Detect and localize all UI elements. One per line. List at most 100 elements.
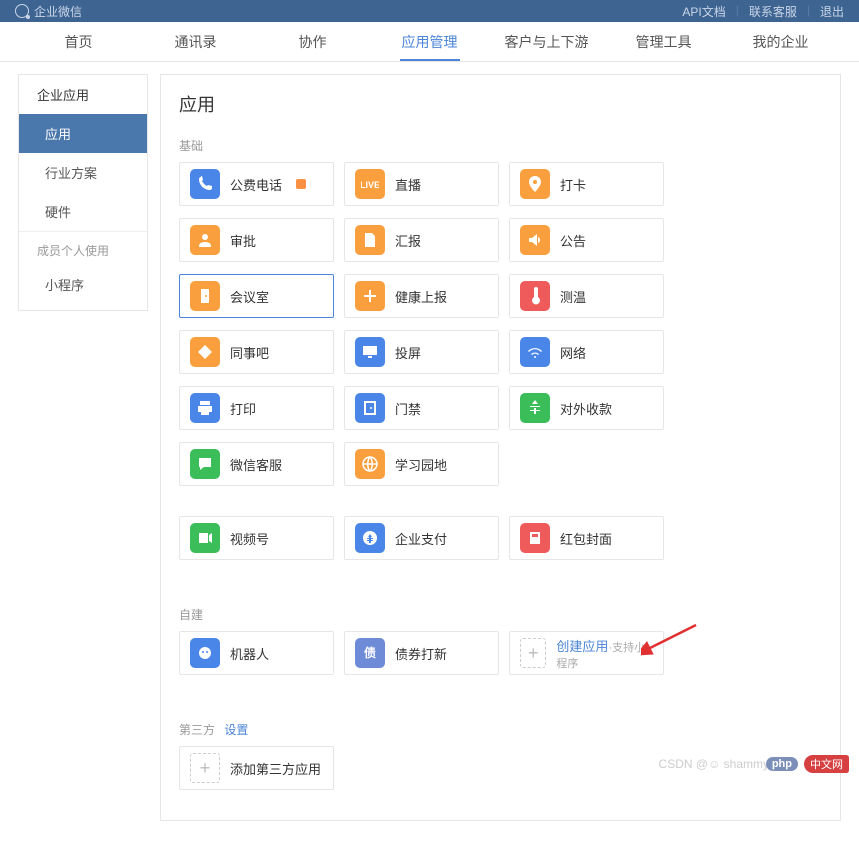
app-card[interactable]: LIVE 直播 [344,162,499,206]
envelope-icon [520,523,550,553]
app-label: 直播 [395,175,421,194]
app-label: 债券打新 [395,644,447,663]
app-card[interactable]: 打印 [179,386,334,430]
diamond-icon [190,337,220,367]
app-card[interactable]: 债 债券打新 [344,631,499,675]
video-icon [190,523,220,553]
app-label: 机器人 [230,644,269,663]
print-icon [190,393,220,423]
app-label: 审批 [230,231,256,250]
app-card[interactable]: 视频号 [179,516,334,560]
app-label: 对外收款 [560,399,612,418]
nav-bar: 首页通讯录协作应用管理客户与上下游管理工具我的企业 [0,22,859,62]
app-card[interactable]: 机器人 [179,631,334,675]
app-label: 门禁 [395,399,421,418]
app-label: 测温 [560,287,586,306]
app-label: 会议室 [230,287,269,306]
app-card[interactable]: 公告 [509,218,664,262]
third-config-link[interactable]: 设置 [224,723,248,737]
top-bar: 企业微信 API文档 | 联系客服 | 退出 [0,0,859,22]
section-third-label: 第三方 设置 [179,721,822,738]
nav-item-3[interactable]: 应用管理 [371,22,488,61]
site-watermark: php 中文网 [766,755,849,773]
app-label: 视频号 [230,529,269,548]
create-app-card[interactable]: +创建应用·支持小程序 [509,631,664,675]
app-card[interactable]: 门禁 [344,386,499,430]
app-card[interactable]: 对外收款 [509,386,664,430]
nav-item-4[interactable]: 客户与上下游 [488,22,605,61]
robot-icon [190,638,220,668]
user-icon [190,225,220,255]
live-icon: LIVE [355,169,385,199]
app-label: 学习园地 [395,455,447,474]
door-icon [190,281,220,311]
app-card[interactable]: 红包封面 [509,516,664,560]
gate-icon [355,393,385,423]
app-card[interactable]: 同事吧 [179,330,334,374]
chat-icon [190,449,220,479]
add-third-label: 添加第三方应用 [230,759,321,778]
app-label: 公告 [560,231,586,250]
add-third-app-card[interactable]: + 添加第三方应用 [179,746,334,790]
app-card[interactable]: 网络 [509,330,664,374]
page-title: 应用 [179,91,822,117]
app-card[interactable]: 微信客服 [179,442,334,486]
logo-icon [15,4,29,18]
logo-text: 企业微信 [34,3,82,20]
logo: 企业微信 [15,3,82,20]
pay-icon [355,523,385,553]
sidebar-sub-item-0[interactable]: 小程序 [19,265,147,304]
app-card[interactable]: 测温 [509,274,664,318]
app-label: 同事吧 [230,343,269,362]
sidebar: 企业应用 应用行业方案硬件 成员个人使用 小程序 [18,74,148,311]
nav-item-1[interactable]: 通讯录 [137,22,254,61]
link-logout[interactable]: 退出 [820,3,844,20]
create-app-label: 创建应用 [556,639,608,654]
app-card[interactable]: 企业支付 [344,516,499,560]
app-card[interactable]: 审批 [179,218,334,262]
sidebar-item-1[interactable]: 行业方案 [19,153,147,192]
svg-text:LIVE: LIVE [361,180,379,190]
app-card[interactable]: 投屏 [344,330,499,374]
app-label: 网络 [560,343,586,362]
app-card[interactable]: 会议室 [179,274,334,318]
phone-icon [190,169,220,199]
screen-icon [355,337,385,367]
sidebar-item-2[interactable]: 硬件 [19,192,147,231]
link-api[interactable]: API文档 [682,3,725,20]
app-label: 投屏 [395,343,421,362]
app-card[interactable]: 打卡 [509,162,664,206]
nav-item-2[interactable]: 协作 [254,22,371,61]
nav-item-5[interactable]: 管理工具 [605,22,722,61]
link-contact[interactable]: 联系客服 [749,3,797,20]
app-label: 微信客服 [230,455,282,474]
doc-icon [355,225,385,255]
app-card[interactable]: 汇报 [344,218,499,262]
section-basic-label: 基础 [179,137,822,154]
app-card[interactable]: 公费电话 [179,162,334,206]
app-label: 汇报 [395,231,421,250]
sidebar-sub-title: 成员个人使用 [19,242,147,265]
top-links: API文档 | 联系客服 | 退出 [682,3,844,20]
temp-icon [520,281,550,311]
nav-item-6[interactable]: 我的企业 [722,22,839,61]
globe-icon [355,449,385,479]
svg-text:债: 债 [364,645,376,660]
wifi-icon [520,337,550,367]
plus-icon [355,281,385,311]
plus-icon: + [520,638,546,668]
app-label: 红包封面 [560,529,612,548]
app-label: 打印 [230,399,256,418]
pin-icon [520,169,550,199]
sidebar-item-0[interactable]: 应用 [19,114,147,153]
money-icon [520,393,550,423]
sidebar-title: 企业应用 [19,75,147,114]
app-label: 打卡 [560,175,586,194]
app-label: 公费电话 [230,175,282,194]
csdn-watermark: CSDN @☺ shammy [659,757,769,771]
horn-icon [520,225,550,255]
app-card[interactable]: 健康上报 [344,274,499,318]
nav-item-0[interactable]: 首页 [20,22,137,61]
app-card[interactable]: 学习园地 [344,442,499,486]
hot-badge [296,179,306,189]
